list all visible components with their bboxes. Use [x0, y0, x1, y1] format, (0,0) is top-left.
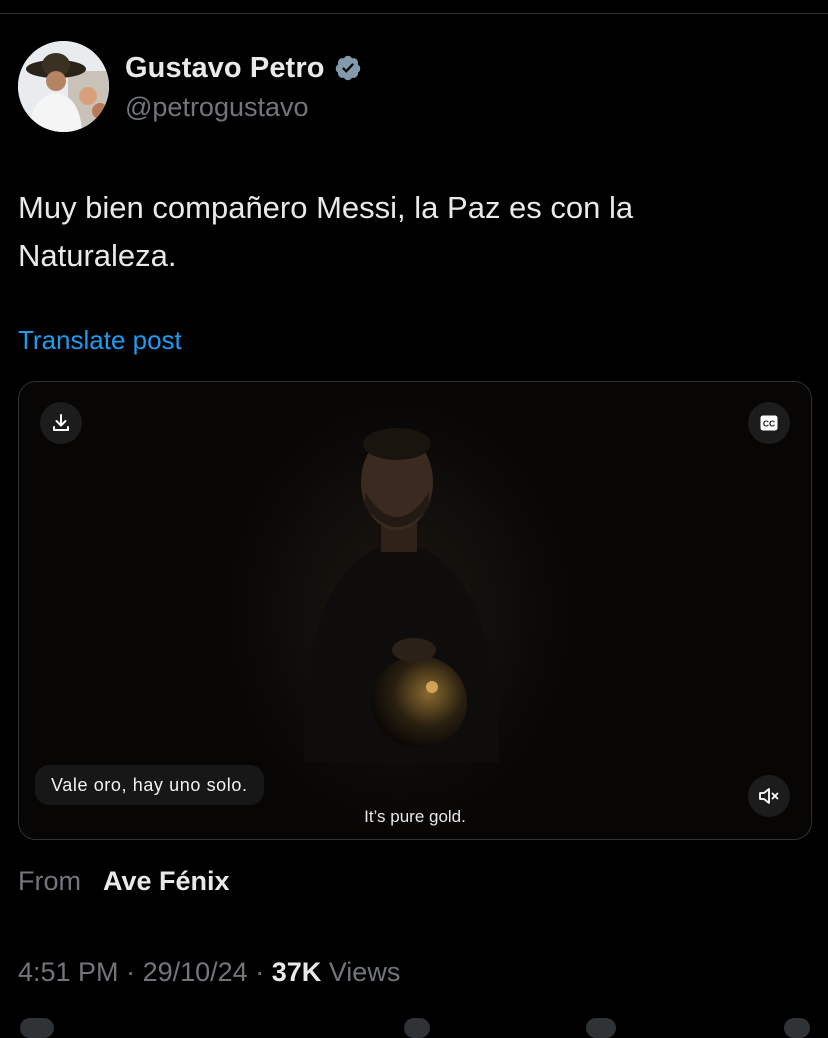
meta-separator: · [126, 957, 136, 987]
caption-overlay: Vale oro, hay uno solo. [35, 765, 264, 805]
cc-icon-label: CC [763, 419, 775, 429]
post-date[interactable]: 29/10/24 [143, 957, 248, 988]
avatar[interactable] [18, 41, 109, 132]
author-handle[interactable]: @petrogustavo [125, 92, 309, 123]
share-icon[interactable] [784, 1018, 810, 1038]
source-account-link[interactable]: Ave Fénix [103, 866, 230, 897]
translate-post-link[interactable]: Translate post [18, 325, 182, 356]
post-meta: 4:51 PM · 29/10/24 · 37K Views [18, 957, 400, 988]
closed-captions-button[interactable]: CC [748, 402, 790, 444]
top-divider [0, 13, 828, 14]
author-name[interactable]: Gustavo Petro [125, 52, 325, 85]
video-player[interactable]: CC Vale oro, hay uno solo. It’s pure gol… [18, 381, 812, 840]
from-label: From [18, 866, 81, 896]
author-name-row: Gustavo Petro [125, 50, 362, 86]
views-count: 37K [271, 957, 322, 987]
closed-captions-icon: CC [760, 415, 778, 431]
download-icon [53, 414, 69, 431]
muted-speaker-icon [759, 788, 779, 804]
media-source: From Ave Fénix [18, 866, 230, 897]
meta-separator: · [255, 957, 265, 987]
like-icon[interactable] [586, 1018, 616, 1038]
repost-icon[interactable] [404, 1018, 430, 1038]
download-button[interactable] [40, 402, 82, 444]
video-subtitle: It’s pure gold. [364, 807, 466, 826]
reply-icon[interactable] [20, 1018, 54, 1038]
post-text: Muy bien compañero Messi, la Paz es con … [18, 190, 634, 273]
post-time[interactable]: 4:51 PM [18, 957, 119, 988]
verified-badge-icon[interactable] [334, 54, 362, 82]
avatar-photo [18, 41, 109, 132]
views-label: Views [328, 957, 401, 987]
